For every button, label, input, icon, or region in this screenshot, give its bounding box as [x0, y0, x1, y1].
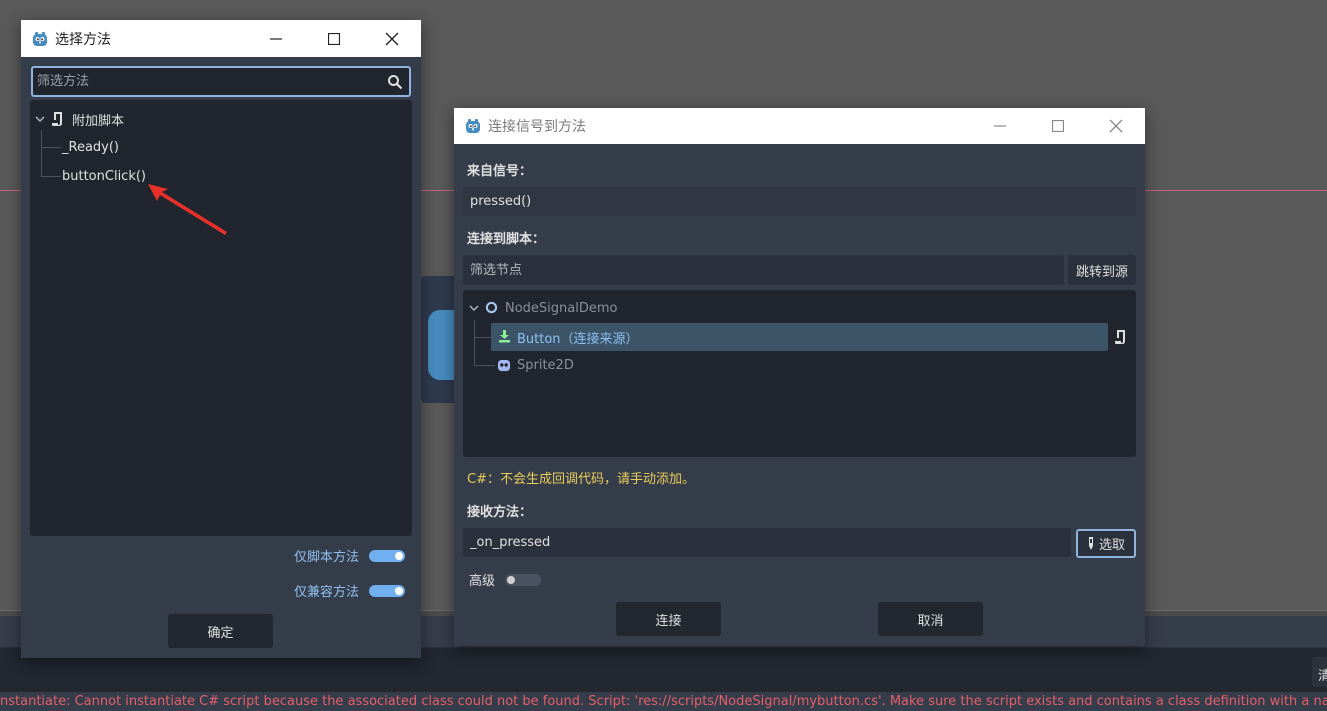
- maximize-icon: [328, 32, 340, 45]
- tree-guide-line: [41, 176, 61, 177]
- tree-guide-line: [474, 365, 495, 366]
- tree-guide-line: [41, 147, 61, 148]
- goto-source-button[interactable]: 跳转到源: [1068, 255, 1136, 285]
- node-name: Button（连接来源）: [517, 331, 639, 347]
- node-name: NodeSignalDemo: [505, 300, 618, 316]
- filter-nodes-field[interactable]: [463, 255, 1064, 285]
- script-only-label: 仅脚本方法: [293, 550, 359, 565]
- titlebar[interactable]: 连接信号到方法: [454, 108, 1145, 144]
- script-only-toggle[interactable]: [369, 549, 405, 562]
- receiver-method-input[interactable]: [470, 535, 1071, 550]
- minimize-button[interactable]: [971, 108, 1029, 144]
- close-icon: [385, 32, 399, 45]
- method-tree: 附加脚本 _Ready() buttonClick(): [30, 100, 412, 536]
- error-message: nstantiate: Cannot instantiate C# script…: [0, 693, 1327, 711]
- maximize-button[interactable]: [305, 20, 363, 57]
- method-filter-input[interactable]: [37, 68, 377, 95]
- minimize-icon: [994, 125, 1006, 127]
- receiver-method-label: 接收方法：: [467, 505, 533, 520]
- chevron-down-icon[interactable]: [35, 115, 45, 123]
- compatible-only-toggle-row[interactable]: 仅兼容方法: [294, 581, 405, 600]
- close-icon: [1109, 119, 1123, 133]
- clear-output-button[interactable]: 清: [1312, 657, 1327, 687]
- from-signal-label: 来自信号：: [467, 164, 533, 179]
- signal-field: pressed(): [463, 187, 1136, 216]
- tree-item-sprite[interactable]: Sprite2D: [517, 351, 574, 379]
- tree-guide-line: [474, 320, 475, 366]
- tree-item-button[interactable]: Button（连接来源）: [517, 323, 639, 351]
- chevron-down-icon[interactable]: [469, 304, 479, 312]
- minimize-button[interactable]: [247, 20, 305, 57]
- method-filter[interactable]: [31, 66, 411, 97]
- node-tree: NodeSignalDemo Button（连接来源） Sprite2D: [463, 290, 1136, 457]
- titlebar[interactable]: 选择方法: [21, 20, 421, 57]
- filter-nodes-input[interactable]: [470, 262, 1064, 278]
- tree-item-root[interactable]: NodeSignalDemo: [505, 294, 618, 322]
- connect-button[interactable]: 连接: [616, 602, 721, 636]
- node-icon: [485, 301, 498, 314]
- tree-guide-line: [474, 337, 491, 338]
- godot-app-icon: [33, 31, 47, 46]
- advanced-label: 高级: [469, 574, 496, 589]
- close-button[interactable]: [1087, 108, 1145, 144]
- compatible-only-toggle[interactable]: [369, 584, 405, 597]
- tree-item-ready[interactable]: _Ready(): [62, 133, 119, 161]
- connect-to-script-label: 连接到脚本：: [467, 232, 546, 247]
- ok-button[interactable]: 确定: [168, 614, 273, 648]
- maximize-button[interactable]: [1029, 108, 1087, 144]
- signal-value: pressed(): [470, 194, 532, 209]
- godot-app-icon: [466, 119, 480, 133]
- advanced-toggle-row[interactable]: 高级: [469, 570, 542, 589]
- sprite-node-icon: [498, 360, 510, 371]
- pick-label: 选取: [1098, 538, 1125, 553]
- minimize-icon: [270, 37, 282, 40]
- close-button[interactable]: [363, 20, 421, 57]
- select-method-dialog: 选择方法 附加脚本: [21, 20, 421, 658]
- dialog-title: 选择方法: [55, 31, 111, 48]
- tree-item-attached-script[interactable]: 附加脚本: [30, 105, 412, 133]
- tree-root-label: 附加脚本: [72, 114, 125, 129]
- script-only-toggle-row[interactable]: 仅脚本方法: [294, 546, 405, 565]
- maximize-icon: [1052, 120, 1064, 132]
- pick-icon: [1088, 536, 1093, 550]
- method-label: buttonClick(): [62, 168, 146, 184]
- receiver-method-field[interactable]: [463, 528, 1071, 557]
- dialog-title: 连接信号到方法: [488, 119, 586, 135]
- godot-logo-icon: [428, 310, 455, 380]
- script-icon: [52, 112, 62, 126]
- advanced-toggle[interactable]: [505, 573, 542, 586]
- annotation-arrow-icon: [148, 184, 227, 235]
- compatible-only-label: 仅兼容方法: [293, 585, 359, 600]
- pick-method-button[interactable]: 选取: [1076, 529, 1136, 558]
- script-icon[interactable]: [1114, 329, 1128, 345]
- button-node-icon: [499, 330, 510, 343]
- node-name: Sprite2D: [517, 357, 574, 373]
- cancel-button[interactable]: 取消: [878, 602, 983, 636]
- viewport-sprite-preview: [421, 276, 455, 403]
- connect-signal-dialog: 连接信号到方法 来自信号： pressed() 连接到脚本： 跳转到源 Node…: [454, 108, 1145, 646]
- search-icon: [388, 75, 403, 90]
- csharp-warning: C#：不会生成回调代码，请手动添加。: [467, 472, 695, 487]
- tree-guide-line: [41, 130, 42, 177]
- method-label: _Ready(): [62, 139, 120, 155]
- tree-item-button-click[interactable]: buttonClick(): [62, 162, 146, 190]
